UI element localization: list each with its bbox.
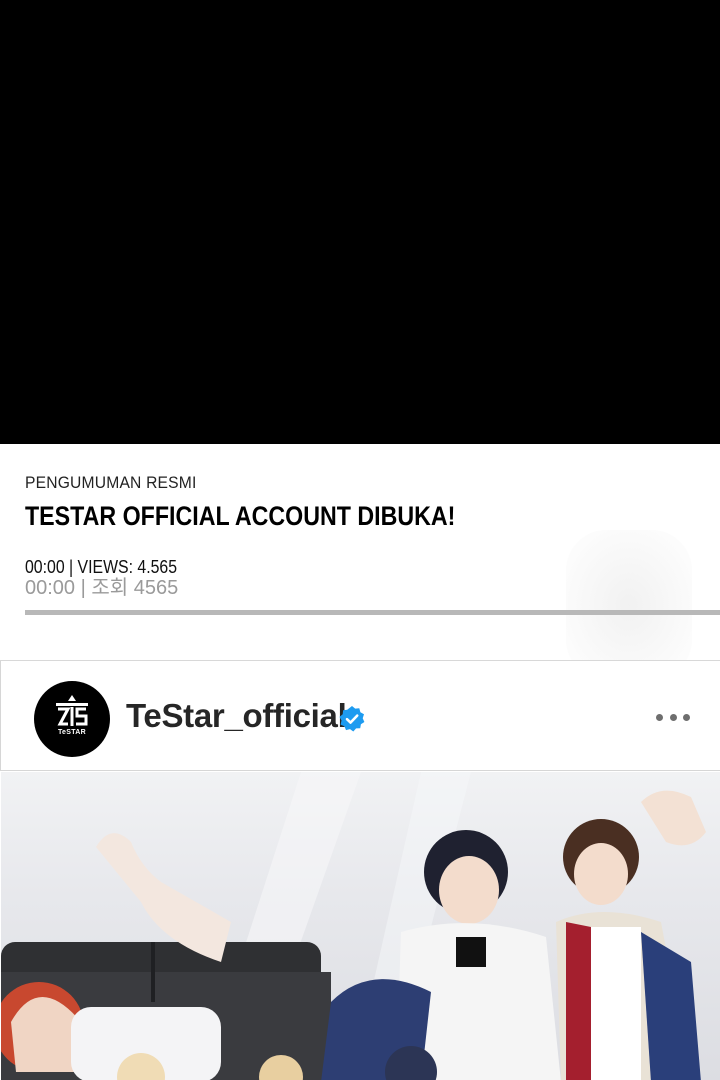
testar-logo-icon bbox=[56, 695, 88, 726]
faded-background-shape bbox=[566, 530, 692, 680]
more-horizontal-icon bbox=[656, 713, 663, 721]
post-headline: TESTAR OFFICIAL ACCOUNT DIBUKA! bbox=[25, 501, 456, 531]
group-photo-illustration bbox=[1, 772, 706, 1080]
instagram-post-card: TeSTAR TeStar_official bbox=[0, 660, 720, 1080]
more-options-button[interactable] bbox=[656, 708, 690, 726]
post-meta: 00:00 | VIEWS: 4.565 bbox=[25, 557, 178, 577]
video-player-area[interactable] bbox=[0, 0, 720, 444]
verified-badge-icon bbox=[339, 706, 365, 732]
avatar-label: TeSTAR bbox=[58, 729, 86, 736]
instagram-post-header: TeSTAR TeStar_official bbox=[0, 661, 720, 771]
section-divider bbox=[25, 610, 720, 615]
account-handle[interactable]: TeStar_official bbox=[126, 697, 347, 735]
post-image[interactable] bbox=[1, 772, 720, 1080]
avatar[interactable]: TeSTAR bbox=[34, 681, 110, 757]
post-category: PENGUMUMAN RESMI bbox=[25, 473, 197, 492]
